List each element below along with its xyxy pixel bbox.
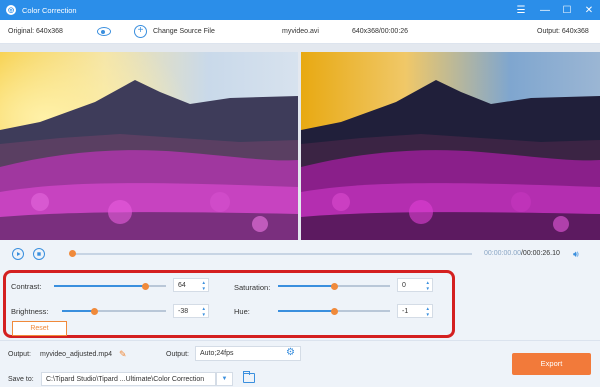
folder-icon[interactable] bbox=[243, 371, 255, 383]
stop-icon bbox=[37, 252, 41, 256]
info-bar: Original: 640x368 + Change Source File m… bbox=[0, 20, 600, 44]
current-time: 00:00:00.00 bbox=[484, 250, 521, 257]
saturation-slider[interactable] bbox=[278, 282, 390, 290]
gear-icon[interactable]: ⚙ bbox=[286, 347, 295, 358]
brightness-value: -38 bbox=[178, 308, 189, 315]
source-meta: 640x368/00:00:26 bbox=[352, 28, 409, 35]
highlight-box bbox=[3, 270, 455, 338]
hue-value: -1 bbox=[402, 308, 409, 315]
eye-icon[interactable] bbox=[97, 27, 111, 36]
close-icon[interactable]: ✕ bbox=[578, 0, 600, 20]
original-preview bbox=[0, 52, 298, 240]
brightness-spinner[interactable]: ▲ ▼ bbox=[202, 306, 206, 317]
brightness-input[interactable]: -38 ▲ ▼ bbox=[173, 304, 209, 318]
adjustment-panel: Contrast: 64 ▲ ▼ Saturation: 0 ▲ ▼ Brightn… bbox=[0, 270, 600, 340]
output-format-label: Output: bbox=[166, 351, 189, 358]
hue-input[interactable]: -1 ▲ ▼ bbox=[397, 304, 433, 318]
total-time: /00:00:26.10 bbox=[520, 250, 560, 257]
saturation-fill bbox=[278, 285, 334, 287]
timeline-handle[interactable] bbox=[69, 250, 76, 257]
brightness-fill bbox=[62, 310, 95, 312]
hue-handle[interactable] bbox=[330, 307, 338, 315]
preview-area bbox=[0, 44, 600, 240]
time-display: 00:00:00.00/00:00:26.10 bbox=[484, 250, 560, 257]
save-path-value: C:\Tipard Studio\Tipard ...Ultimate\Colo… bbox=[46, 376, 205, 383]
brightness-slider[interactable] bbox=[62, 307, 166, 315]
saturation-handle[interactable] bbox=[330, 282, 338, 290]
contrast-handle[interactable] bbox=[142, 282, 150, 290]
maximize-icon[interactable]: ☐ bbox=[556, 0, 578, 20]
output-resolution: Output: 640x368 bbox=[537, 28, 589, 35]
saturation-value: 0 bbox=[402, 282, 406, 289]
title-bar: ◎ Color Correction ☰ — ☐ ✕ bbox=[0, 0, 600, 20]
window-title: Color Correction bbox=[22, 5, 77, 15]
play-button[interactable] bbox=[12, 248, 24, 260]
chevron-down-icon[interactable]: ▼ bbox=[216, 372, 233, 386]
contrast-value: 64 bbox=[178, 282, 186, 289]
output-settings: Output: myvideo_adjusted.mp4 ✎ Output: A… bbox=[0, 340, 600, 387]
contrast-fill bbox=[54, 285, 146, 287]
output-filename: myvideo_adjusted.mp4 bbox=[40, 351, 112, 358]
change-source-button[interactable]: Change Source File bbox=[153, 28, 215, 35]
contrast-input[interactable]: 64 ▲ ▼ bbox=[173, 278, 209, 292]
source-filename: myvideo.avi bbox=[282, 28, 319, 35]
playback-bar: 00:00:00.00/00:00:26.10 🔊︎ bbox=[0, 240, 600, 270]
saturation-label: Saturation: bbox=[234, 283, 271, 292]
stop-button[interactable] bbox=[33, 248, 45, 260]
reset-button[interactable]: Reset bbox=[12, 321, 67, 336]
minimize-icon[interactable]: — bbox=[534, 0, 556, 20]
save-path-field[interactable]: C:\Tipard Studio\Tipard ...Ultimate\Colo… bbox=[41, 372, 216, 386]
brightness-handle[interactable] bbox=[90, 307, 98, 315]
volume-icon[interactable]: 🔊︎ bbox=[573, 249, 579, 260]
hue-label: Hue: bbox=[234, 307, 250, 316]
menu-icon[interactable]: ☰ bbox=[510, 0, 532, 20]
original-resolution: Original: 640x368 bbox=[8, 28, 63, 35]
brightness-label: Brightness: bbox=[11, 307, 49, 316]
saturation-spinner[interactable]: ▲ ▼ bbox=[426, 280, 430, 291]
output-preview bbox=[301, 52, 600, 240]
output-format-value: Auto;24fps bbox=[200, 350, 234, 357]
edit-icon[interactable]: ✎ bbox=[119, 349, 127, 360]
save-to-label: Save to: bbox=[8, 376, 34, 383]
hue-spinner[interactable]: ▲ ▼ bbox=[426, 306, 430, 317]
saturation-input[interactable]: 0 ▲ ▼ bbox=[397, 278, 433, 292]
output-name-label: Output: bbox=[8, 351, 31, 358]
export-button[interactable]: Export bbox=[512, 353, 591, 375]
play-icon bbox=[17, 252, 21, 256]
contrast-spinner[interactable]: ▲ ▼ bbox=[202, 280, 206, 291]
app-logo-icon: ◎ bbox=[6, 5, 16, 15]
hue-slider[interactable] bbox=[278, 307, 390, 315]
timeline-track[interactable] bbox=[72, 253, 472, 255]
add-icon[interactable]: + bbox=[134, 25, 147, 38]
hue-fill bbox=[278, 310, 334, 312]
contrast-label: Contrast: bbox=[11, 282, 42, 291]
contrast-slider[interactable] bbox=[54, 282, 166, 290]
